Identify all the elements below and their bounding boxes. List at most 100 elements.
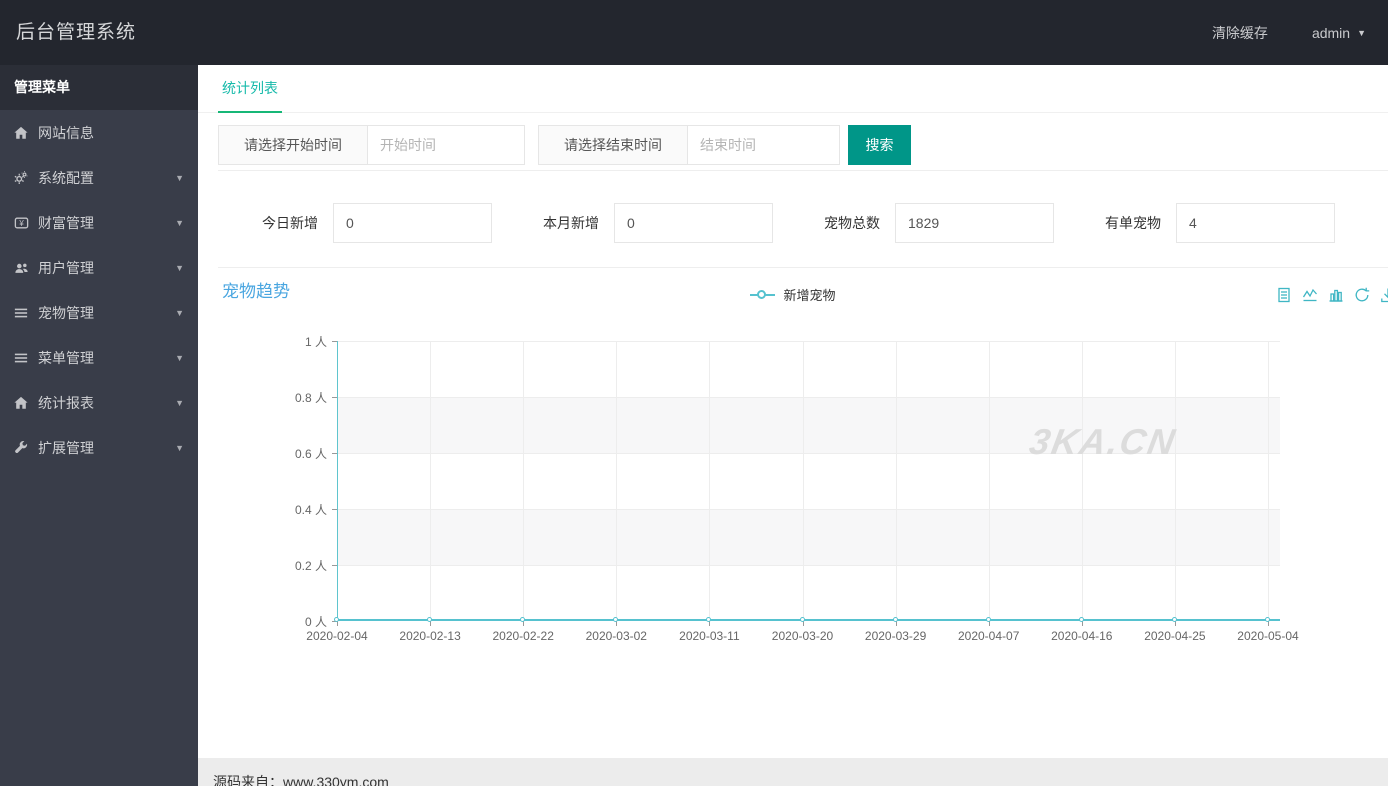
month-new-input[interactable] xyxy=(614,203,773,243)
gears-icon xyxy=(14,170,38,185)
data-point xyxy=(799,617,805,622)
restore-icon[interactable] xyxy=(1354,287,1370,303)
v-gridline xyxy=(895,341,897,621)
x-axis-label: 2020-02-13 xyxy=(399,629,461,643)
data-point xyxy=(985,617,991,622)
x-axis-label: 2020-04-25 xyxy=(1144,629,1206,643)
x-axis-label: 2020-02-22 xyxy=(492,629,554,643)
sidebar-item-users[interactable]: 用户管理 ▼ xyxy=(0,245,198,290)
pet-total-input[interactable] xyxy=(895,203,1054,243)
v-gridline xyxy=(1268,341,1269,621)
v-gridline xyxy=(523,341,525,621)
y-axis-label: 0.8 人 xyxy=(294,391,327,405)
sidebar-item-reports[interactable]: 统计报表 ▼ xyxy=(0,380,198,425)
svg-text:¥: ¥ xyxy=(19,218,24,227)
series-line xyxy=(337,619,1280,621)
data-point xyxy=(892,617,898,622)
chevron-down-icon: ▼ xyxy=(175,263,184,273)
split-area-band xyxy=(337,509,1280,565)
app-title: 后台管理系统 xyxy=(16,22,137,43)
chevron-down-icon: ▼ xyxy=(175,353,184,363)
home-icon xyxy=(14,126,38,140)
chart-toolbox xyxy=(1276,287,1388,303)
wrench-icon xyxy=(14,440,38,455)
data-point xyxy=(613,617,619,622)
data-point xyxy=(706,617,712,622)
data-view-icon[interactable] xyxy=(1276,287,1292,303)
sidebar-item-pets[interactable]: 宠物管理 ▼ xyxy=(0,290,198,335)
list-icon xyxy=(14,306,38,320)
v-gridline xyxy=(1174,341,1176,621)
v-gridline xyxy=(709,341,711,621)
bar-chart-icon[interactable] xyxy=(1328,287,1344,303)
v-gridline xyxy=(802,341,804,621)
footer-text: 源码来自：www.330ym.com xyxy=(213,774,389,786)
y-axis-tick xyxy=(332,565,337,566)
watermark: 3KA.CN xyxy=(1026,421,1180,462)
sidebar-item-site-info[interactable]: 网站信息 xyxy=(0,110,198,155)
divider xyxy=(218,170,1388,171)
username: admin xyxy=(1311,24,1351,41)
x-axis-label: 2020-04-07 xyxy=(957,629,1020,643)
start-time-input[interactable] xyxy=(368,125,525,165)
h-gridline xyxy=(337,565,1280,566)
money-icon: ¥ xyxy=(14,216,38,230)
h-gridline xyxy=(337,341,1280,342)
data-point xyxy=(1078,617,1084,622)
y-axis-label: 0.4 人 xyxy=(294,503,327,517)
sidebar-header: 管理菜单 xyxy=(0,65,198,110)
legend-line-marker xyxy=(750,289,776,299)
search-button[interactable]: 搜索 xyxy=(848,125,911,165)
data-point xyxy=(1265,617,1270,622)
today-new-input[interactable] xyxy=(333,203,492,243)
stats-row: 今日新增 本月新增 宠物总数 有单宠物 xyxy=(218,203,1342,243)
y-axis-tick xyxy=(332,509,337,510)
divider xyxy=(218,267,1388,268)
sidebar-item-wealth[interactable]: ¥ 财富管理 ▼ xyxy=(0,200,198,245)
tab-active-underline xyxy=(218,111,282,113)
line-chart-icon[interactable] xyxy=(1302,287,1318,303)
users-icon xyxy=(14,261,38,275)
main-content: 统计列表 请选择开始时间 请选择结束时间 搜索 今日新增 本月新增 宠物总数 有… xyxy=(198,65,1388,760)
chevron-down-icon: ▼ xyxy=(175,308,184,318)
end-time-input[interactable] xyxy=(688,125,840,165)
v-gridline xyxy=(616,341,618,621)
x-axis-label: 2020-05-04 xyxy=(1237,629,1299,643)
x-axis-label: 2020-03-29 xyxy=(864,629,927,643)
x-axis-label: 2020-03-11 xyxy=(679,629,740,643)
stat-month-new: 本月新增 xyxy=(499,203,780,243)
clear-cache-link[interactable]: 清除缓存 xyxy=(1212,23,1268,43)
chart-plot: 0 人 0.2 人 0.4 人 0.6 人 0.8 人 1 人 2020-02-04 2020… xyxy=(295,335,1299,643)
stat-pet-total: 宠物总数 xyxy=(780,203,1061,243)
y-axis-label: 0 人 xyxy=(304,615,327,629)
v-gridline xyxy=(1081,341,1083,621)
data-point xyxy=(1171,617,1177,622)
h-gridline xyxy=(337,397,1280,398)
page-footer: 源码来自：www.330ym.com xyxy=(198,758,1388,786)
download-icon[interactable] xyxy=(1380,287,1388,303)
v-gridline xyxy=(430,341,432,621)
chevron-down-icon: ▼ xyxy=(1357,27,1366,38)
x-axis-label: 2020-03-20 xyxy=(771,629,834,643)
sidebar-item-extensions[interactable]: 扩展管理 ▼ xyxy=(0,425,198,470)
search-form: 请选择开始时间 请选择结束时间 搜索 xyxy=(218,125,911,165)
legend-label: 新增宠物 xyxy=(783,288,836,303)
sidebar-item-system-config[interactable]: 系统配置 ▼ xyxy=(0,155,198,200)
chevron-down-icon: ▼ xyxy=(175,173,184,183)
split-area-band xyxy=(337,565,1280,621)
y-axis-tick xyxy=(332,341,337,342)
sidebar: 管理菜单 网站信息 系统配置 ▼ ¥ 财富管理 ▼ 用户管理 ▼ 宠物管理 ▼ … xyxy=(0,65,198,786)
y-axis-label: 0.2 人 xyxy=(294,559,327,573)
chart-legend-item[interactable]: 新增宠物 xyxy=(198,285,1388,304)
tab-statistics-list[interactable]: 统计列表 xyxy=(218,65,282,113)
start-time-addon[interactable]: 请选择开始时间 xyxy=(218,125,368,165)
end-time-addon[interactable]: 请选择结束时间 xyxy=(538,125,688,165)
pets-with-orders-input[interactable] xyxy=(1176,203,1335,243)
user-menu[interactable]: admin ▼ xyxy=(1312,25,1366,41)
x-axis-label: 2020-02-04 xyxy=(306,629,368,643)
y-axis-tick xyxy=(332,397,337,398)
sidebar-item-menus[interactable]: 菜单管理 ▼ xyxy=(0,335,198,380)
home-icon xyxy=(14,396,38,410)
chevron-down-icon: ▼ xyxy=(175,398,184,408)
x-axis-label: 2020-03-02 xyxy=(585,629,647,643)
